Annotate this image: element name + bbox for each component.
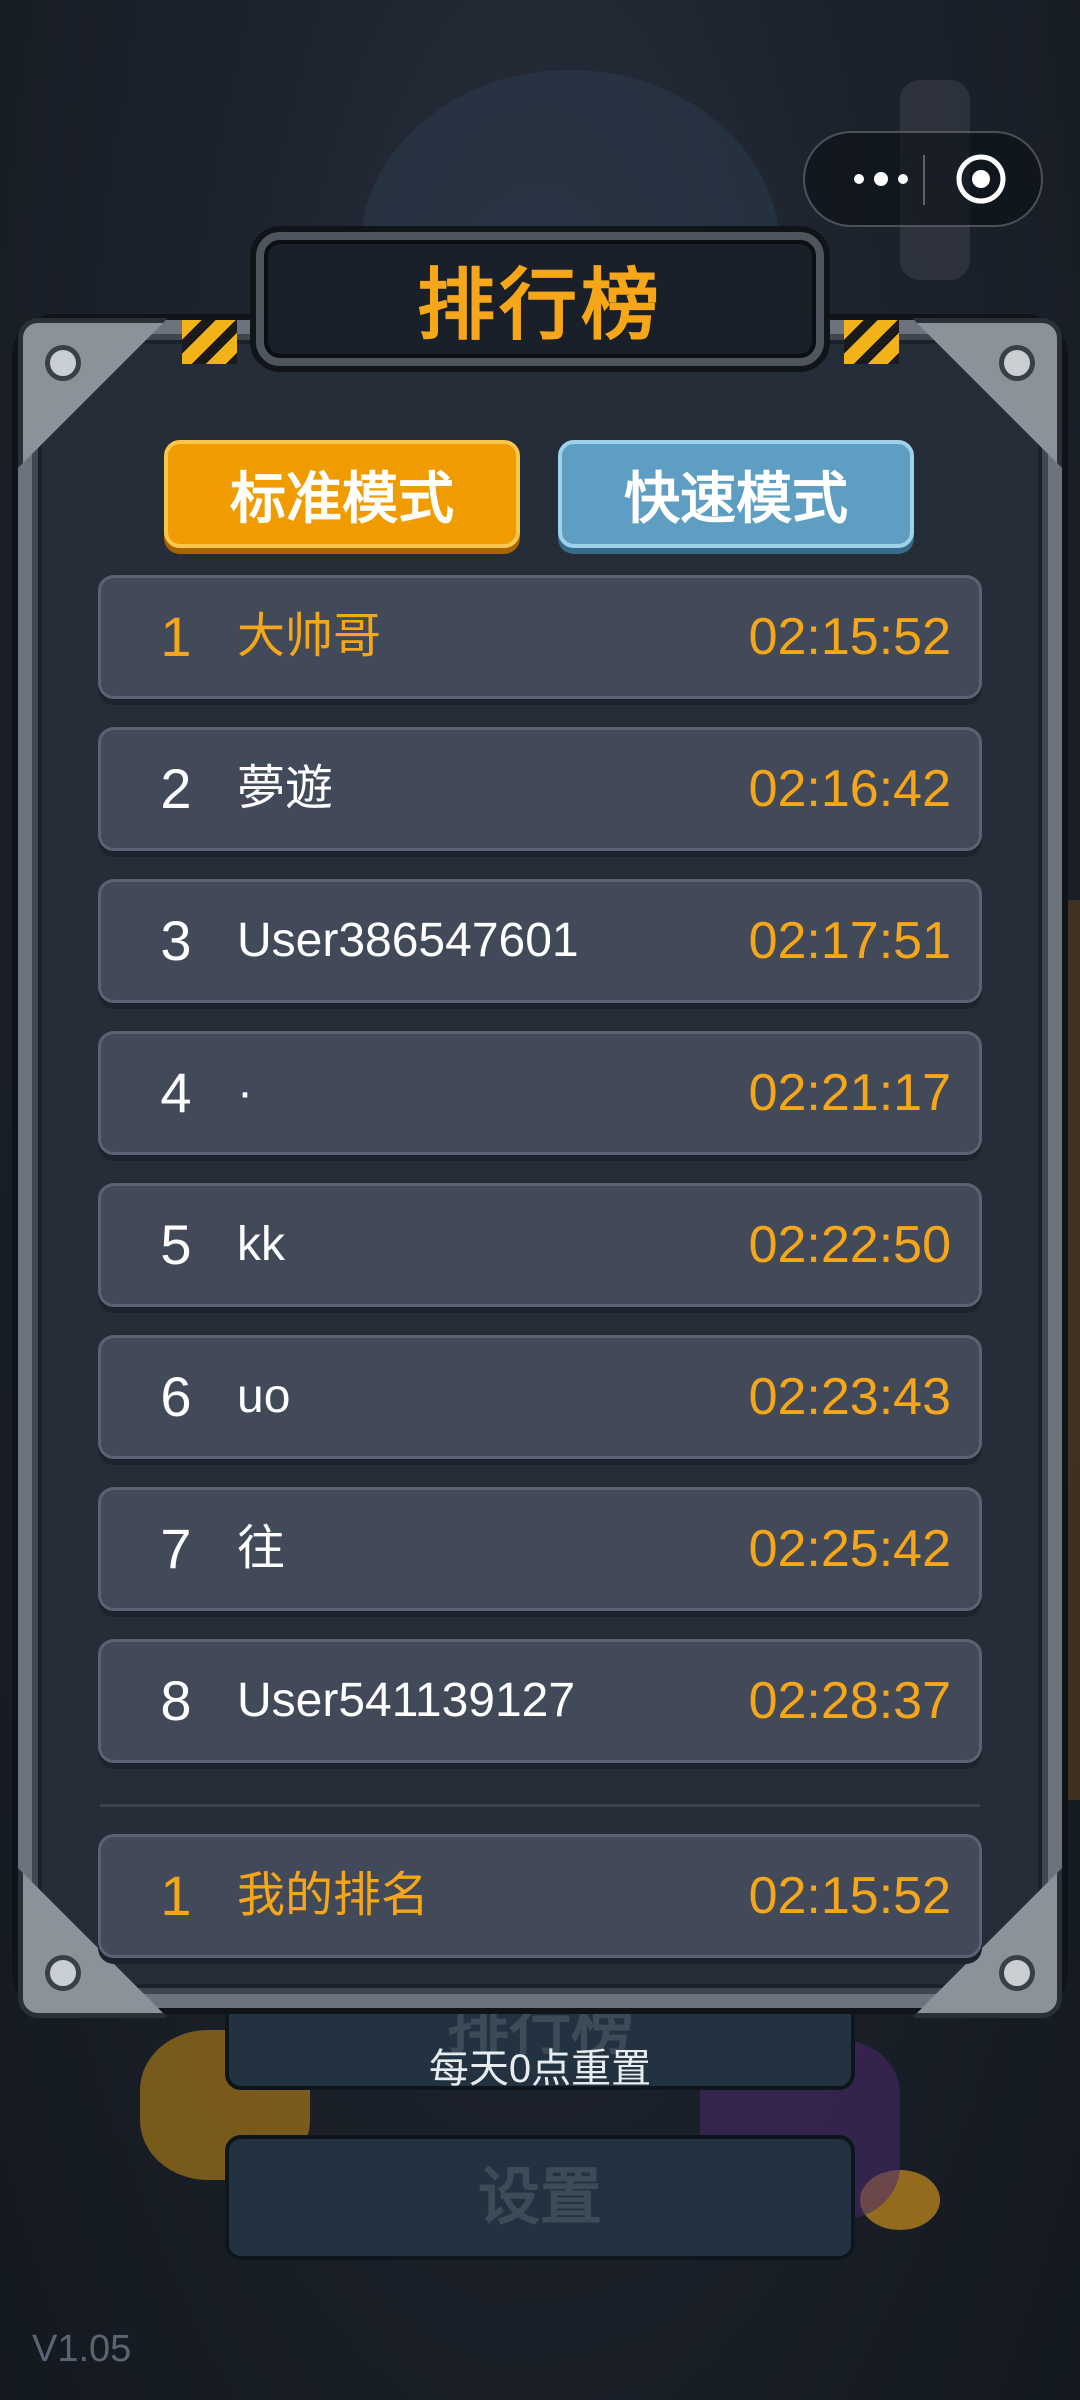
- title-plate: 排行榜: [256, 232, 824, 366]
- leaderboard-row: 5 kk 02:22:50: [98, 1183, 982, 1307]
- player-name: ·: [237, 1066, 253, 1119]
- finish-time: 02:25:42: [748, 1520, 951, 1578]
- list-divider: [100, 1804, 980, 1807]
- menu-settings-button[interactable]: 设置: [225, 2135, 855, 2260]
- finish-time: 02:23:43: [748, 1368, 951, 1426]
- player-name: User541139127: [237, 1674, 576, 1727]
- rank-number: 4: [160, 1061, 192, 1124]
- my-rank-row: 1 我的排名 02:15:52: [98, 1834, 982, 1958]
- more-dots-icon[interactable]: [831, 133, 931, 225]
- player-name: 往: [237, 1522, 286, 1575]
- hazard-stripe-left: [182, 320, 237, 364]
- finish-time: 02:16:42: [748, 760, 951, 818]
- capsule-divider: [923, 155, 925, 205]
- player-name: uo: [237, 1370, 291, 1423]
- rank-number: 5: [160, 1213, 192, 1276]
- finish-time: 02:28:37: [748, 1672, 951, 1730]
- player-name: User386547601: [237, 914, 579, 967]
- leaderboard-row: 1 大帅哥 02:15:52: [98, 575, 982, 699]
- player-name: kk: [237, 1218, 285, 1271]
- my-rank-time: 02:15:52: [748, 1867, 951, 1925]
- leaderboard-row: 3 User386547601 02:17:51: [98, 879, 982, 1003]
- finish-time: 02:17:51: [748, 912, 951, 970]
- player-name: 大帅哥: [237, 610, 382, 663]
- my-rank-label: 我的排名: [237, 1869, 430, 1922]
- player-name: 夢遊: [237, 762, 334, 815]
- hazard-stripe-right: [844, 320, 899, 364]
- leaderboard-row: 7 往 02:25:42: [98, 1487, 982, 1611]
- finish-time: 02:22:50: [748, 1216, 951, 1274]
- miniprogram-capsule: [803, 131, 1043, 227]
- leaderboard-row: 2 夢遊 02:16:42: [98, 727, 982, 851]
- bolt-icon: [45, 345, 81, 381]
- bolt-icon: [999, 345, 1035, 381]
- target-close-icon[interactable]: [955, 153, 1007, 205]
- rank-number: 2: [160, 757, 192, 820]
- my-rank-number: 1: [160, 1864, 192, 1927]
- tab-fast-mode[interactable]: 快速模式: [558, 440, 914, 548]
- rank-number: 7: [160, 1517, 192, 1580]
- version-label: V1.05: [32, 2328, 132, 2370]
- page-title: 排行榜: [416, 261, 663, 349]
- rank-number: 6: [160, 1365, 192, 1428]
- bolt-icon: [45, 1955, 81, 1991]
- reset-note: 每天0点重置: [428, 2047, 652, 2091]
- bolt-icon: [999, 1955, 1035, 1991]
- rank-number: 1: [160, 605, 192, 668]
- finish-time: 02:15:52: [748, 608, 951, 666]
- rank-number: 8: [160, 1669, 192, 1732]
- leaderboard-row: 8 User541139127 02:28:37: [98, 1639, 982, 1763]
- leaderboard-row: 6 uo 02:23:43: [98, 1335, 982, 1459]
- finish-time: 02:21:17: [748, 1064, 951, 1122]
- tab-standard-mode[interactable]: 标准模式: [164, 440, 520, 548]
- rank-number: 3: [160, 909, 192, 972]
- leaderboard-row: 4 · 02:21:17: [98, 1031, 982, 1155]
